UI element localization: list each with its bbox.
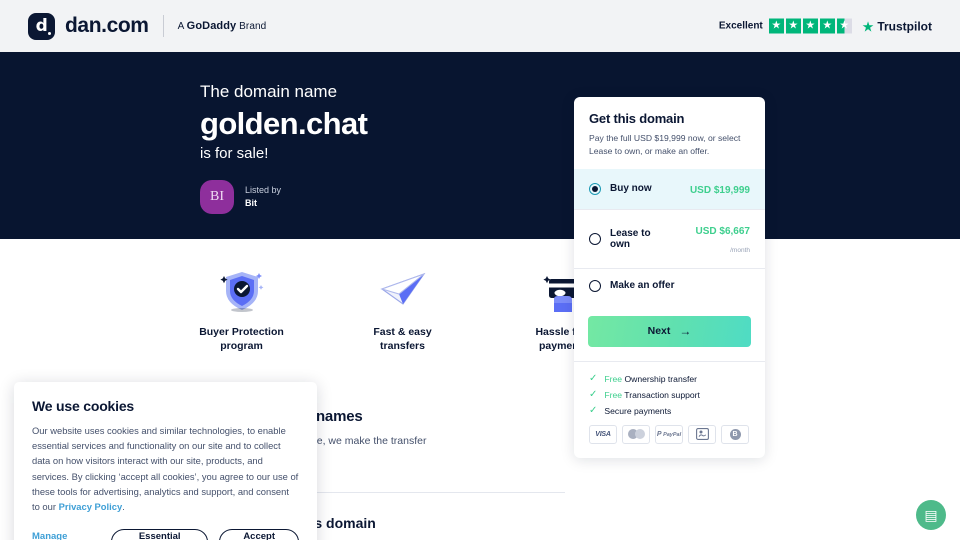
option-label: Buy now bbox=[610, 183, 652, 195]
option-make-an-offer[interactable]: Make an offer bbox=[574, 267, 765, 303]
benefit-free-tag: Free bbox=[604, 373, 623, 384]
star-icon: ★ bbox=[819, 18, 835, 34]
card-description: Pay the full USD $19,999 now, or select … bbox=[589, 133, 741, 156]
card-cta: Next → bbox=[574, 303, 765, 361]
godaddy-suffix: Brand bbox=[236, 21, 267, 32]
star-icon: ★ bbox=[768, 18, 784, 34]
bitcoin-icon: B bbox=[721, 424, 749, 444]
dan-logo-icon: d bbox=[28, 12, 55, 40]
option-price-unit: /month bbox=[730, 246, 750, 254]
benefit-label: Ownership transfer bbox=[622, 373, 698, 384]
bank-transfer-icon bbox=[688, 424, 716, 444]
next-button[interactable]: Next → bbox=[588, 315, 751, 347]
trustpilot-logo: ★ Trustpilot bbox=[862, 19, 932, 33]
feature-label: Buyer Protection program bbox=[195, 325, 288, 353]
avatar: BI bbox=[200, 180, 234, 215]
privacy-policy-link[interactable]: Privacy Policy bbox=[59, 501, 123, 512]
benefit-item: ✓ Free Transaction support bbox=[589, 388, 750, 400]
benefit-label: Transaction support bbox=[622, 389, 700, 400]
godaddy-brand-label: A GoDaddy Brand bbox=[178, 20, 267, 32]
feature-label-line1: Buyer Protection bbox=[199, 326, 284, 338]
cookie-body-period: . bbox=[122, 501, 125, 513]
next-button-label: Next bbox=[647, 325, 671, 338]
hero-section: The domain name golden.chat is for sale!… bbox=[0, 52, 960, 239]
chat-bubble-icon: ▤ bbox=[924, 507, 938, 523]
benefit-label: Secure payments bbox=[604, 405, 672, 416]
accept-all-button[interactable]: Accept all bbox=[219, 529, 299, 540]
features-row: Buyer Protection program Fast & easy tra… bbox=[195, 265, 610, 353]
check-icon: ✓ bbox=[589, 372, 598, 384]
godaddy-name: GoDaddy bbox=[186, 20, 237, 32]
cookie-title: We use cookies bbox=[32, 398, 134, 414]
chat-widget-button[interactable]: ▤ bbox=[916, 500, 946, 530]
manage-cookies-link[interactable]: Manage cookies bbox=[32, 531, 100, 540]
card-header: Get this domain Pay the full USD $19,999… bbox=[574, 97, 765, 169]
trustpilot-star-icon: ★ bbox=[861, 18, 875, 34]
star-half-icon: ★ bbox=[836, 18, 852, 34]
cookie-body: Our website uses cookies and similar tec… bbox=[32, 423, 299, 514]
option-price: USD $6,667 bbox=[695, 225, 750, 237]
page-root: d dan.com A GoDaddy Brand Excellent ★ ★ … bbox=[0, 0, 960, 540]
card-footer: ✓ Free Ownership transfer ✓ Free Transac… bbox=[574, 360, 765, 458]
option-buy-now[interactable]: Buy now USD $19,999 bbox=[574, 168, 765, 209]
trustpilot-stars: ★ ★ ★ ★ ★ bbox=[768, 18, 852, 34]
trustpilot-rating[interactable]: Excellent ★ ★ ★ ★ ★ ★ Trustpilot bbox=[718, 18, 932, 34]
cookie-actions: Manage cookies Essential only Accept all bbox=[32, 529, 299, 540]
paper-plane-icon bbox=[356, 265, 449, 317]
check-icon: ✓ bbox=[589, 404, 598, 416]
paypal-icon: P PayPal bbox=[655, 424, 683, 444]
option-price-group: USD $19,999 bbox=[690, 180, 750, 198]
get-this-domain-card: Get this domain Pay the full USD $19,999… bbox=[574, 97, 765, 458]
mastercard-icon bbox=[622, 424, 650, 444]
arrow-right-icon: → bbox=[679, 324, 692, 339]
benefit-item: ✓ Secure payments bbox=[589, 404, 750, 416]
feature-label-line2: transfers bbox=[380, 340, 425, 353]
radio-buy-now[interactable] bbox=[589, 182, 601, 195]
visa-icon: VISA bbox=[589, 424, 617, 444]
option-price: USD $19,999 bbox=[689, 184, 750, 196]
benefit-text: Free Ownership transfer bbox=[604, 374, 697, 384]
seller-text: Listed by Bit bbox=[245, 184, 281, 210]
top-bar: d dan.com A GoDaddy Brand Excellent ★ ★ … bbox=[0, 0, 960, 52]
brand-name: dan.com bbox=[65, 14, 149, 37]
brand-logo[interactable]: d dan.com bbox=[28, 12, 149, 40]
radio-lease-to-own[interactable] bbox=[589, 232, 601, 245]
feature-label-line2: program bbox=[220, 340, 263, 353]
benefit-item: ✓ Free Ownership transfer bbox=[589, 372, 750, 384]
feature-label-line1: Fast & easy bbox=[373, 326, 432, 338]
star-icon: ★ bbox=[785, 18, 801, 34]
dan-logo-dot bbox=[48, 31, 51, 35]
card-title: Get this domain bbox=[589, 111, 685, 126]
option-label: Make an offer bbox=[610, 280, 675, 292]
seller-name: Bit bbox=[245, 198, 257, 209]
payment-methods: VISA P PayPal B bbox=[589, 424, 750, 444]
benefit-text: Free Transaction support bbox=[604, 390, 700, 400]
cookie-consent-dialog: We use cookies Our website uses cookies … bbox=[14, 382, 317, 540]
trustpilot-rating-word: Excellent bbox=[718, 20, 763, 32]
listed-by-label: Listed by bbox=[245, 185, 282, 196]
dan-logo-letter: d bbox=[35, 15, 48, 36]
shield-check-icon bbox=[195, 265, 288, 317]
cookie-body-text: Our website uses cookies and similar tec… bbox=[32, 425, 299, 513]
star-icon: ★ bbox=[802, 18, 818, 34]
feature-buyer-protection: Buyer Protection program bbox=[195, 265, 288, 353]
essential-only-button[interactable]: Essential only bbox=[111, 529, 209, 540]
feature-label: Fast & easy transfers bbox=[356, 325, 449, 353]
trustpilot-logo-name: Trustpilot bbox=[877, 19, 932, 33]
benefit-free-tag: Free bbox=[604, 389, 623, 400]
option-price-group: USD $6,667 /month bbox=[672, 221, 750, 257]
benefit-text: Secure payments bbox=[604, 406, 671, 416]
radio-make-an-offer[interactable] bbox=[589, 279, 601, 292]
option-label: Lease to own bbox=[610, 227, 651, 250]
check-icon: ✓ bbox=[589, 388, 598, 400]
brand-divider bbox=[162, 15, 164, 37]
godaddy-prefix: A bbox=[177, 21, 187, 32]
option-lease-to-own[interactable]: Lease to own USD $6,667 /month bbox=[574, 208, 765, 268]
feature-fast-transfers: Fast & easy transfers bbox=[356, 265, 449, 353]
